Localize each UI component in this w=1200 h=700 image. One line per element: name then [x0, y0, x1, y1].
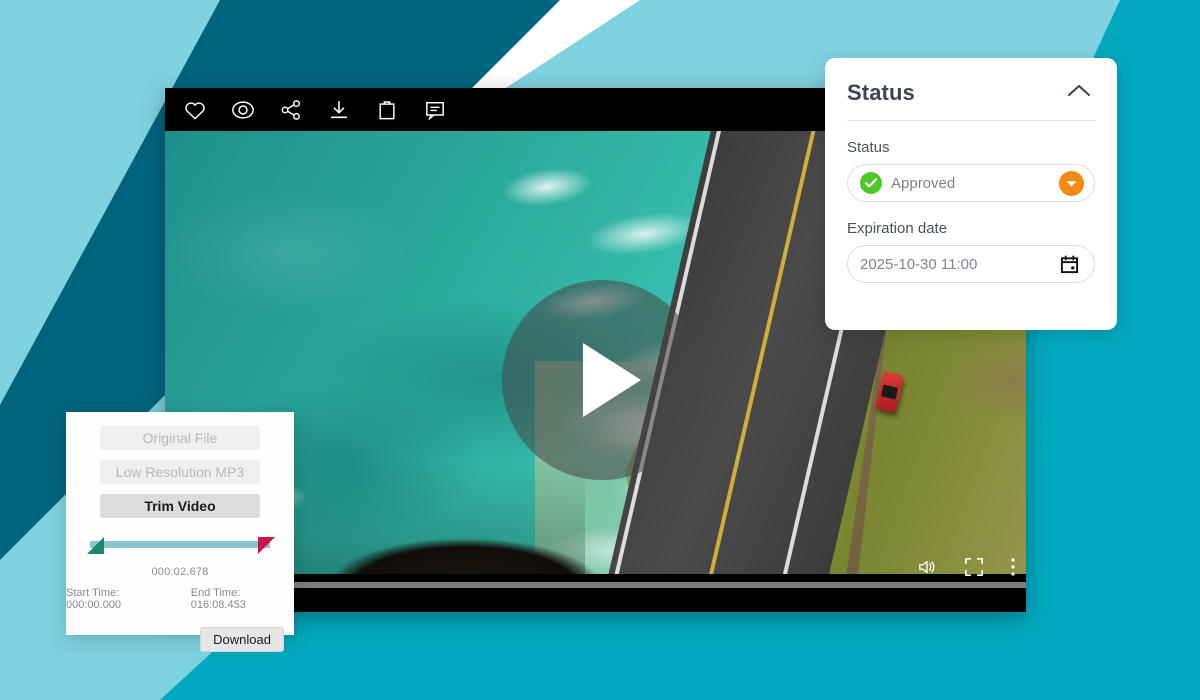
- trim-video-button[interactable]: Trim Video: [100, 494, 260, 518]
- status-field-label: Status: [847, 139, 890, 156]
- trim-slider-track[interactable]: [90, 541, 270, 548]
- trim-start-time: Start Time: 000:00.000: [66, 587, 122, 611]
- page-root: Status Status Approved Expiration date 2…: [0, 0, 1200, 700]
- expiration-date-input[interactable]: 2025-10-30 11:00: [847, 245, 1095, 283]
- calendar-icon[interactable]: [1056, 254, 1082, 274]
- video-progress-bar[interactable]: [165, 582, 1026, 588]
- play-button[interactable]: [502, 280, 702, 480]
- status-select[interactable]: Approved: [847, 164, 1095, 202]
- video-letterbox: [165, 588, 1026, 612]
- add-to-basket-icon[interactable]: [369, 93, 405, 127]
- preview-eye-icon[interactable]: [225, 93, 261, 127]
- play-triangle-icon: [583, 343, 641, 417]
- video-controls: [916, 556, 1016, 578]
- trim-current-time: 000:02,678: [151, 566, 209, 578]
- status-card-header: Status: [847, 80, 1095, 121]
- trim-download-row: Download: [66, 627, 294, 652]
- download-icon[interactable]: [321, 93, 357, 127]
- more-options-icon[interactable]: [1010, 556, 1016, 578]
- trim-video-panel: Original File Low Resolution MP3 Trim Vi…: [66, 412, 294, 652]
- trim-end-time: End Time: 016:08.453: [190, 587, 246, 611]
- trim-download-button[interactable]: Download: [200, 627, 284, 652]
- trim-range-slider[interactable]: [82, 532, 278, 554]
- chevron-up-icon[interactable]: [1063, 81, 1095, 105]
- original-file-button[interactable]: Original File: [100, 426, 260, 450]
- comment-icon[interactable]: [417, 93, 453, 127]
- low-resolution-mp3-button[interactable]: Low Resolution MP3: [100, 460, 260, 484]
- expiration-date-value: 2025-10-30 11:00: [860, 255, 978, 273]
- status-card-title: Status: [847, 80, 915, 105]
- status-select-value: Approved: [891, 174, 956, 192]
- trim-times-row: Start Time: 000:00.000 End Time: 016:08.…: [66, 587, 294, 611]
- trim-start-handle[interactable]: [87, 537, 104, 554]
- fullscreen-icon[interactable]: [964, 557, 984, 577]
- favorite-icon[interactable]: [177, 93, 213, 127]
- share-icon[interactable]: [273, 93, 309, 127]
- trim-end-handle[interactable]: [258, 537, 275, 554]
- expiration-date-label: Expiration date: [847, 220, 948, 237]
- status-card: Status Status Approved Expiration date 2…: [825, 58, 1117, 330]
- volume-icon[interactable]: [916, 558, 938, 576]
- chevron-down-icon[interactable]: [1059, 170, 1084, 196]
- check-circle-icon: [860, 172, 882, 194]
